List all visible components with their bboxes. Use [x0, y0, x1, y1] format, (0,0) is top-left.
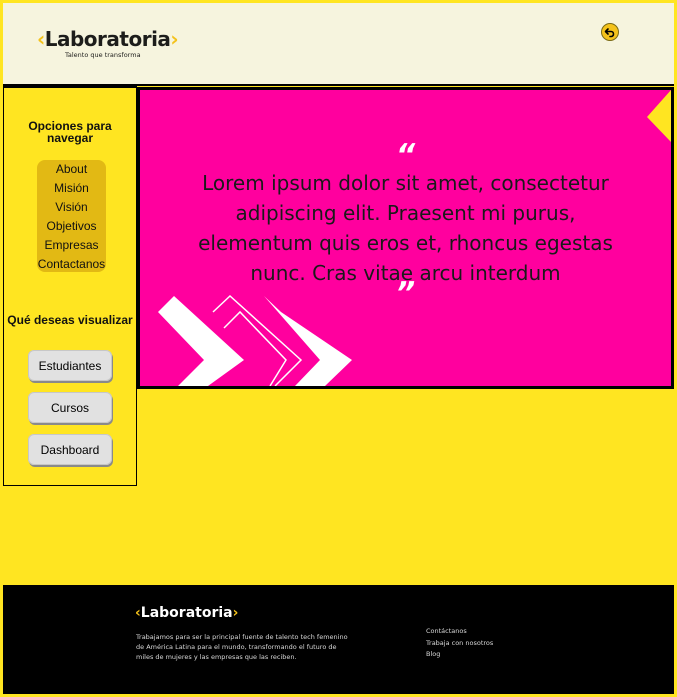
- logo-text: Laboratoria: [44, 27, 171, 51]
- nav-item-vision[interactable]: Visión: [37, 198, 106, 217]
- nav-item-mision[interactable]: Misión: [37, 179, 106, 198]
- nav-item-empresas[interactable]: Empresas: [37, 236, 106, 255]
- footer-logo-text: Laboratoria: [140, 605, 233, 621]
- site-footer: ‹Laboratoria› Trabajamos para ser la pri…: [3, 585, 674, 694]
- footer-description: Trabajamos para ser la principal fuente …: [136, 633, 348, 661]
- undo-arrow-icon: [604, 28, 615, 38]
- hero-banner: “ Lorem ipsum dolor sit amet, consectetu…: [137, 87, 674, 389]
- site-header: ‹ Laboratoria › Talento que transforma: [3, 3, 674, 86]
- footer-link-contactanos[interactable]: Contáctanos: [426, 626, 493, 638]
- hero-quote-text: Lorem ipsum dolor sit amet, consectetur …: [198, 171, 613, 285]
- logo-chevron-left: ‹: [37, 27, 45, 51]
- logo-wordmark: ‹ Laboratoria ›: [37, 27, 179, 51]
- estudiantes-button[interactable]: Estudiantes: [28, 350, 112, 381]
- cursos-button[interactable]: Cursos: [28, 392, 112, 423]
- nav-item-about[interactable]: About: [37, 160, 106, 179]
- footer-links: Contáctanos Trabaja con nosotros Blog: [426, 626, 493, 661]
- footer-link-trabaja[interactable]: Trabaja con nosotros: [426, 638, 493, 650]
- logo-tagline: Talento que transforma: [65, 51, 141, 59]
- nav-item-objetivos[interactable]: Objetivos: [37, 217, 106, 236]
- nav-item-contactanos[interactable]: Contactanos: [37, 255, 106, 274]
- sidebar: Opciones para navegar About Misión Visió…: [3, 86, 137, 486]
- close-quote-mark: ”: [395, 276, 416, 311]
- view-heading: Qué deseas visualizar: [7, 313, 133, 327]
- dashboard-button[interactable]: Dashboard: [28, 434, 112, 465]
- footer-logo-chevron-right: ›: [232, 605, 239, 621]
- nav-menu: About Misión Visión Objetivos Empresas C…: [37, 160, 106, 272]
- laboratoria-logo[interactable]: ‹ Laboratoria › Talento que transforma: [37, 27, 179, 59]
- footer-link-blog[interactable]: Blog: [426, 649, 493, 661]
- nav-heading: Opciones para navegar: [28, 119, 112, 145]
- logo-chevron-right: ›: [170, 27, 179, 51]
- back-button[interactable]: [601, 23, 619, 41]
- footer-logo[interactable]: ‹Laboratoria›: [135, 605, 238, 621]
